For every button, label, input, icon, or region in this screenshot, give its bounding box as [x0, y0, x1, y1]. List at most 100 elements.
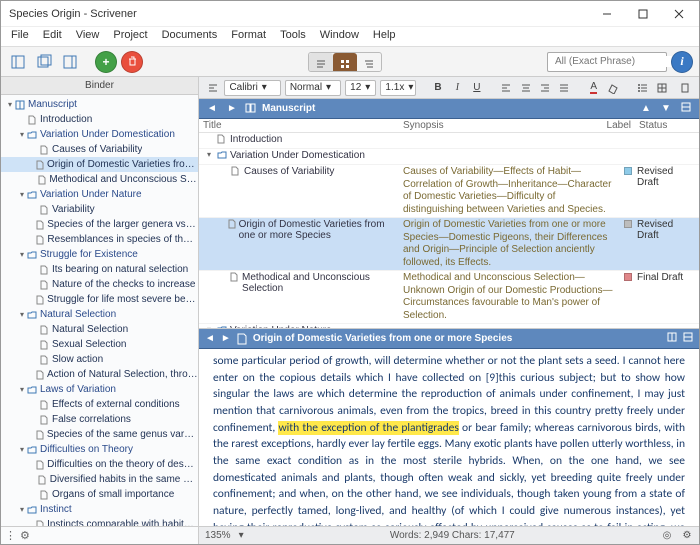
col-status[interactable]: Status: [635, 119, 699, 132]
window-maximize-button[interactable]: [625, 2, 661, 26]
line-spacing-select[interactable]: 1.1x▾: [380, 80, 416, 96]
text-editor[interactable]: some particular period of growth, will d…: [199, 349, 699, 526]
collections-button[interactable]: [33, 51, 55, 73]
align-right-button[interactable]: [537, 80, 552, 96]
align-left-button[interactable]: [205, 80, 220, 96]
binder-gear-icon[interactable]: ⚙: [20, 529, 30, 542]
target-button[interactable]: ◎: [661, 530, 673, 541]
italic-button[interactable]: I: [450, 80, 465, 96]
menu-help[interactable]: Help: [367, 27, 402, 46]
menu-edit[interactable]: Edit: [37, 27, 68, 46]
menu-view[interactable]: View: [70, 27, 106, 46]
menu-file[interactable]: File: [5, 27, 35, 46]
binder-folder[interactable]: ▾Instinct: [1, 502, 198, 517]
page-view-button[interactable]: [678, 80, 693, 96]
nav-down-button[interactable]: ▼: [659, 103, 673, 114]
binder-document[interactable]: Introduction: [1, 112, 198, 127]
align-left-button-2[interactable]: [498, 80, 513, 96]
binder-document[interactable]: Action of Natural Selection, through Div…: [1, 367, 198, 382]
binder-tree[interactable]: ▾ManuscriptIntroduction▾Variation Under …: [1, 95, 198, 526]
disclosure-triangle-icon[interactable]: ▾: [207, 150, 217, 159]
view-outliner-button[interactable]: [357, 53, 381, 72]
split-button[interactable]: [679, 102, 693, 115]
outliner-row[interactable]: Origin of Domestic Varieties from one or…: [199, 218, 699, 271]
binder-document[interactable]: Variability: [1, 202, 198, 217]
gear-icon[interactable]: ⚙: [681, 530, 693, 541]
search-input[interactable]: [555, 56, 687, 67]
outliner-row[interactable]: Methodical and Unconscious SelectionMeth…: [199, 271, 699, 324]
menu-project[interactable]: Project: [107, 27, 153, 46]
binder-document[interactable]: Resemblances in species of the larger ge…: [1, 232, 198, 247]
binder-folder[interactable]: ▾Variation Under Nature: [1, 187, 198, 202]
inspector-toggle-button[interactable]: [59, 51, 81, 73]
align-center-button[interactable]: [518, 80, 533, 96]
align-justify-button[interactable]: [557, 80, 572, 96]
outliner-row[interactable]: Introduction: [199, 133, 699, 149]
disclosure-triangle-icon[interactable]: ▾: [17, 385, 27, 394]
list-button[interactable]: [635, 80, 650, 96]
col-synopsis[interactable]: Synopsis: [399, 119, 603, 132]
outliner-view[interactable]: Title Synopsis Label Status Introduction…: [199, 119, 699, 329]
menu-window[interactable]: Window: [314, 27, 365, 46]
disclosure-triangle-icon[interactable]: ▾: [17, 250, 27, 259]
binder-menu-icon[interactable]: ⋮: [5, 529, 16, 542]
disclosure-triangle-icon[interactable]: ▾: [17, 190, 27, 199]
disclosure-triangle-icon[interactable]: ▾: [5, 100, 15, 109]
label-swatch[interactable]: [624, 273, 632, 281]
binder-document[interactable]: Struggle for life most severe between in…: [1, 292, 198, 307]
highlight-button[interactable]: [605, 80, 620, 96]
window-minimize-button[interactable]: [589, 2, 625, 26]
binder-document[interactable]: Its bearing on natural selection: [1, 262, 198, 277]
window-close-button[interactable]: [661, 2, 697, 26]
trash-button[interactable]: [121, 51, 143, 73]
binder-document[interactable]: Instincts comparable with habits, but di…: [1, 517, 198, 526]
col-title[interactable]: Title: [199, 119, 399, 132]
menu-format[interactable]: Format: [225, 27, 272, 46]
disclosure-triangle-icon[interactable]: ▾: [17, 130, 27, 139]
underline-button[interactable]: U: [469, 80, 484, 96]
binder-folder[interactable]: ▾Variation Under Domestication: [1, 127, 198, 142]
view-text-button[interactable]: [309, 53, 333, 72]
editor-back-button[interactable]: ◄: [205, 333, 215, 344]
nav-up-button[interactable]: ▲: [639, 103, 653, 114]
binder-document[interactable]: Nature of the checks to increase: [1, 277, 198, 292]
binder-document[interactable]: Sexual Selection: [1, 337, 198, 352]
bold-button[interactable]: B: [430, 80, 445, 96]
zoom-level[interactable]: 135%: [205, 530, 231, 541]
nav-back-button[interactable]: ◄: [205, 103, 219, 114]
binder-document[interactable]: False correlations: [1, 412, 198, 427]
binder-document[interactable]: Slow action: [1, 352, 198, 367]
outliner-row[interactable]: Causes of VariabilityCauses of Variabili…: [199, 165, 699, 218]
view-corkboard-button[interactable]: [333, 53, 357, 72]
binder-document[interactable]: Species of the larger genera vs smaller …: [1, 217, 198, 232]
binder-document[interactable]: Causes of Variability: [1, 142, 198, 157]
menu-documents[interactable]: Documents: [156, 27, 224, 46]
editor-forward-button[interactable]: ►: [221, 333, 231, 344]
binder-document[interactable]: Natural Selection: [1, 322, 198, 337]
binder-document[interactable]: Diversified habits in the same species: [1, 472, 198, 487]
info-button[interactable]: i: [671, 51, 693, 73]
editor-split-horizontal-button[interactable]: [683, 332, 693, 345]
binder-folder[interactable]: ▾Manuscript: [1, 97, 198, 112]
table-button[interactable]: [654, 80, 669, 96]
binder-document[interactable]: Organs of small importance: [1, 487, 198, 502]
editor-split-vertical-button[interactable]: [667, 332, 677, 345]
binder-document[interactable]: Effects of external conditions: [1, 397, 198, 412]
col-label[interactable]: Label: [603, 119, 635, 132]
editor-crumb[interactable]: Manuscript: [262, 103, 315, 114]
font-family-select[interactable]: Calibri▾: [224, 80, 280, 96]
font-size-select[interactable]: 12▾: [345, 80, 376, 96]
binder-folder[interactable]: ▾Struggle for Existence: [1, 247, 198, 262]
binder-folder[interactable]: ▾Laws of Variation: [1, 382, 198, 397]
binder-toggle-button[interactable]: [7, 51, 29, 73]
binder-folder[interactable]: ▾Difficulties on Theory: [1, 442, 198, 457]
outliner-row[interactable]: ▾Variation Under Domestication: [199, 149, 699, 165]
disclosure-triangle-icon[interactable]: ▾: [17, 505, 27, 514]
menu-tools[interactable]: Tools: [274, 27, 312, 46]
disclosure-triangle-icon[interactable]: ▾: [17, 310, 27, 319]
add-document-button[interactable]: +: [95, 51, 117, 73]
text-color-button[interactable]: A: [586, 80, 601, 96]
binder-document[interactable]: Species of the same genus vary in an ana…: [1, 427, 198, 442]
binder-document[interactable]: Methodical and Unconscious Selection: [1, 172, 198, 187]
binder-document[interactable]: Origin of Domestic Varieties from one or…: [1, 157, 198, 172]
